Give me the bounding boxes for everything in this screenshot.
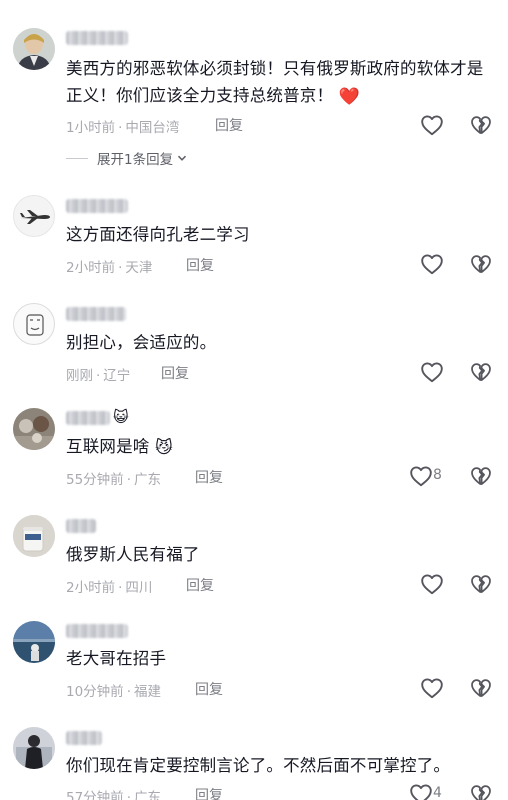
heart-outline-icon <box>409 783 433 800</box>
comment-meta: 刚刚 · 辽宁 <box>66 368 131 384</box>
avatar[interactable] <box>13 303 55 345</box>
avatar[interactable] <box>13 621 55 663</box>
dislike-button[interactable] <box>470 253 492 275</box>
comment-text-body: 你们现在肯定要控制言论了。不然后面不可掌控了。 <box>66 756 451 775</box>
reply-button[interactable]: 回复 <box>195 785 223 800</box>
heart-outline-icon <box>420 361 444 383</box>
comment-text: 美西方的邪恶软体必须封锁！只有俄罗斯政府的软体才是正义！你们应该全力支持总统普京… <box>66 55 486 111</box>
username-blurred[interactable] <box>66 411 110 425</box>
reply-button[interactable]: 回复 <box>186 255 214 275</box>
dislike-button[interactable] <box>470 573 492 595</box>
expand-replies-label: 展开1条回复 <box>97 152 174 168</box>
divider-line <box>66 157 88 159</box>
comment-text: 互联网是啥 😼 <box>66 433 486 462</box>
avatar[interactable] <box>13 515 55 557</box>
reply-button[interactable]: 回复 <box>215 115 243 135</box>
broken-heart-outline-icon <box>470 465 492 487</box>
avatar[interactable] <box>13 195 55 237</box>
cat-emoji: 😺 <box>113 408 129 426</box>
broken-heart-outline-icon <box>470 114 492 136</box>
comment-text-body: 老大哥在招手 <box>66 649 167 668</box>
username-blurred[interactable] <box>66 307 126 321</box>
username-blurred[interactable] <box>66 624 128 638</box>
comment-location: 广东 <box>133 472 161 488</box>
comment-text: 这方面还得向孔老二学习 <box>66 221 486 248</box>
heart-outline-icon <box>420 573 444 595</box>
comment-time: 10分钟前 <box>66 684 124 700</box>
comment-time: 刚刚 <box>66 368 93 384</box>
comment-meta: 55分钟前 · 广东 <box>66 472 161 488</box>
heart-outline-icon <box>420 114 444 136</box>
comment-text-body: 互联网是啥 <box>66 437 150 456</box>
username-blurred[interactable] <box>66 519 96 533</box>
comment-location: 四川 <box>125 580 153 596</box>
comment-text: 老大哥在招手 <box>66 645 486 672</box>
like-button[interactable] <box>409 783 433 800</box>
dislike-button[interactable] <box>470 783 492 800</box>
comment-meta: 57分钟前 · 广东 <box>66 786 161 800</box>
comment-time: 2小时前 <box>66 260 116 276</box>
reply-button[interactable]: 回复 <box>186 575 214 595</box>
avatar[interactable] <box>13 727 55 769</box>
comment-location: 天津 <box>125 260 153 276</box>
reply-button[interactable]: 回复 <box>195 679 223 699</box>
comment-location: 辽宁 <box>103 368 131 384</box>
username-blurred[interactable] <box>66 731 102 745</box>
comment-time: 57分钟前 <box>66 790 124 800</box>
broken-heart-outline-icon <box>470 361 492 383</box>
comment-location: 广东 <box>133 790 161 800</box>
comment-text-body: 美西方的邪恶软体必须封锁！只有俄罗斯政府的软体才是正义！你们应该全力支持总统普京… <box>66 59 484 105</box>
username-blurred[interactable] <box>66 199 128 213</box>
comment-text: 别担心，会适应的。 <box>66 329 486 356</box>
like-button[interactable] <box>409 465 433 487</box>
comment-meta: 2小时前 · 四川 <box>66 580 153 596</box>
dislike-button[interactable] <box>470 361 492 383</box>
avatar[interactable] <box>13 408 55 450</box>
comment-meta: 1小时前 · 中国台湾 <box>66 120 180 136</box>
cat-face-emoji: 😼 <box>154 438 173 458</box>
comment-text: 俄罗斯人民有福了 <box>66 541 486 568</box>
broken-heart-outline-icon <box>470 573 492 595</box>
comment-meta: 2小时前 · 天津 <box>66 260 153 276</box>
heart-outline-icon <box>420 677 444 699</box>
comment-time: 2小时前 <box>66 580 116 596</box>
like-button[interactable] <box>420 253 444 275</box>
chevron-down-icon <box>178 155 187 161</box>
like-button[interactable] <box>420 573 444 595</box>
comment-text-body: 俄罗斯人民有福了 <box>66 545 200 564</box>
broken-heart-outline-icon <box>470 253 492 275</box>
comment-text-body: 这方面还得向孔老二学习 <box>66 225 250 244</box>
comment-location: 中国台湾 <box>125 120 180 136</box>
expand-replies-button[interactable]: 展开1条回复 <box>66 148 187 168</box>
like-button[interactable] <box>420 677 444 699</box>
like-count: 4 <box>433 785 442 800</box>
comment-text: 你们现在肯定要控制言论了。不然后面不可掌控了。 <box>66 752 486 779</box>
comment-time: 55分钟前 <box>66 472 124 488</box>
comment-meta: 10分钟前 · 福建 <box>66 684 161 700</box>
broken-heart-outline-icon <box>470 783 492 800</box>
reply-button[interactable]: 回复 <box>161 363 189 383</box>
dislike-button[interactable] <box>470 465 492 487</box>
comment-time: 1小时前 <box>66 120 116 136</box>
red-heart-emoji: ❤️ <box>338 87 361 107</box>
heart-outline-icon <box>409 465 433 487</box>
like-button[interactable] <box>420 114 444 136</box>
comment-text-body: 别担心，会适应的。 <box>66 333 217 352</box>
like-count: 8 <box>433 467 442 483</box>
heart-outline-icon <box>420 253 444 275</box>
broken-heart-outline-icon <box>470 677 492 699</box>
dislike-button[interactable] <box>470 677 492 699</box>
username-blurred[interactable] <box>66 31 128 45</box>
comment-location: 福建 <box>133 684 161 700</box>
reply-button[interactable]: 回复 <box>195 467 223 487</box>
dislike-button[interactable] <box>470 114 492 136</box>
like-button[interactable] <box>420 361 444 383</box>
avatar[interactable] <box>13 28 55 70</box>
